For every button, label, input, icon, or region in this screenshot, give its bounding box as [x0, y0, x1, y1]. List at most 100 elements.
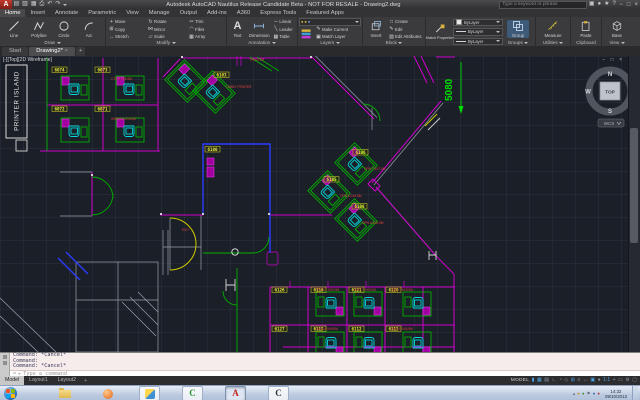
viewport-controls[interactable]: [-][Top][2D Wireframe]: [3, 57, 52, 63]
isodraft-icon[interactable]: ◇: [564, 376, 568, 385]
drawing-canvas[interactable]: PRINTER ISLAND 6074 6073 6072 6071 6103 …: [0, 56, 640, 352]
new-icon[interactable]: ▤: [14, 0, 20, 9]
open-icon[interactable]: ▨: [22, 0, 28, 9]
lineweight-dropdown[interactable]: ByLayer: [453, 28, 503, 36]
wcs-dropdown[interactable]: WCS: [598, 119, 624, 127]
tool-group[interactable]: Group: [507, 20, 529, 38]
close-button[interactable]: ×: [634, 2, 638, 8]
tab-layout1[interactable]: Layout1: [24, 376, 52, 385]
lineweight-icon[interactable]: ≡: [577, 376, 580, 385]
tool-fillet[interactable]: ◠Fillet: [188, 26, 224, 33]
customize-icon[interactable]: [3, 355, 7, 359]
grid-icon[interactable]: ▦: [537, 376, 542, 385]
new-drawing-button[interactable]: +: [76, 47, 85, 56]
tool-measure[interactable]: Measure: [540, 20, 566, 38]
tool-match-properties[interactable]: Match Properties: [428, 23, 452, 40]
model-paper-icon[interactable]: ▮: [532, 376, 535, 385]
viewcube-south[interactable]: S: [608, 109, 612, 115]
osnap-icon[interactable]: ⊞: [571, 376, 575, 385]
layer-filter-dropdown[interactable]: ● ● ●: [299, 18, 361, 26]
tool-arc[interactable]: Arc: [77, 20, 101, 38]
document-window-controls[interactable]: − □ ×: [602, 57, 624, 63]
polar-tracking-icon[interactable]: ◔: [559, 376, 562, 385]
tab-featured-apps[interactable]: Featured Apps: [301, 9, 349, 17]
tool-base[interactable]: Base: [606, 20, 628, 38]
tool-text[interactable]: A Text: [229, 20, 246, 38]
file-tab-start[interactable]: Start: [2, 47, 28, 56]
tool-trim[interactable]: ✂Trim: [188, 18, 224, 25]
favorites-icon[interactable]: ★: [604, 0, 609, 9]
tool-polyline[interactable]: Polyline: [27, 20, 51, 38]
color-dropdown[interactable]: ByLayer: [453, 19, 503, 27]
new-layout-button[interactable]: +: [84, 378, 87, 384]
tool-insert[interactable]: Insert: [365, 20, 387, 38]
tool-dimension[interactable]: Dimension: [247, 20, 271, 38]
taskbar-camtasia-button[interactable]: C: [182, 386, 203, 400]
tab-view[interactable]: View: [121, 9, 143, 17]
tool-paste[interactable]: Paste: [575, 20, 597, 38]
tool-copy[interactable]: ⊞Copy: [108, 26, 146, 33]
gear-icon[interactable]: ⚙: [625, 376, 629, 385]
scrollbar-thumb[interactable]: [630, 128, 638, 243]
tray-action-center-icon[interactable]: ●: [597, 391, 600, 396]
close-tab-icon[interactable]: ×: [65, 48, 68, 54]
dynamic-input-icon[interactable]: ▣: [590, 376, 595, 385]
tray-update-icon[interactable]: ●: [577, 391, 580, 396]
restore-button[interactable]: □: [627, 2, 631, 8]
tool-array[interactable]: ▦Array: [188, 33, 224, 40]
infocenter-search-input[interactable]: Type a keyword or phrase: [499, 1, 587, 9]
viewcube-west[interactable]: W: [585, 90, 591, 96]
clean-screen-icon[interactable]: ▢: [632, 376, 637, 385]
tool-table[interactable]: ▦Table: [272, 33, 295, 40]
tool-create-block[interactable]: □Create: [388, 18, 423, 25]
transparency-icon[interactable]: ↔: [583, 376, 588, 385]
tray-antivirus-icon[interactable]: ●: [582, 391, 585, 396]
tab-express-tools[interactable]: Express Tools: [255, 9, 301, 17]
taskbar-media-button[interactable]: [98, 387, 117, 400]
annotation-visibility-icon[interactable]: ●: [598, 376, 601, 385]
add-scales-icon[interactable]: +: [613, 376, 616, 385]
layer-properties-icon[interactable]: [300, 27, 313, 40]
tray-volume-icon[interactable]: ●: [593, 391, 596, 396]
tab-a360[interactable]: A360: [232, 9, 256, 17]
taskbar-autocad-button[interactable]: A: [225, 386, 246, 400]
undo-icon[interactable]: ↶: [47, 0, 52, 9]
tool-leader[interactable]: ╲Leader: [272, 26, 295, 33]
tool-make-current[interactable]: ✎Make Current: [315, 26, 360, 33]
tab-model[interactable]: Model: [0, 376, 24, 385]
tool-line[interactable]: Line: [2, 20, 26, 38]
scale-label[interactable]: 1:1: [603, 376, 610, 385]
tool-linear[interactable]: ─Linear: [272, 18, 295, 25]
redo-icon[interactable]: ↷: [55, 0, 60, 9]
show-desktop-button[interactable]: [632, 386, 638, 400]
plot-icon[interactable]: ⎙: [40, 0, 45, 9]
taskbar-explorer-button[interactable]: [55, 387, 74, 400]
tool-stretch[interactable]: ↔Stretch: [108, 33, 146, 40]
model-space-label[interactable]: MODEL: [511, 378, 530, 383]
ortho-icon[interactable]: ∟: [551, 376, 556, 385]
tool-move[interactable]: +Move: [108, 18, 146, 25]
tool-edit-attributes[interactable]: ▨Edit Attributes: [388, 33, 423, 40]
tab-addins[interactable]: Add-ins: [202, 9, 232, 17]
recent-commands-icon[interactable]: [3, 361, 7, 365]
tool-scale[interactable]: ▱Scale: [147, 33, 187, 40]
app-logo-button[interactable]: A: [0, 0, 12, 9]
tab-parametric[interactable]: Parametric: [83, 9, 121, 17]
taskbar-recorder-button[interactable]: C: [268, 386, 289, 400]
tool-rotate[interactable]: ↻Rotate: [147, 18, 187, 25]
start-button[interactable]: [4, 387, 17, 400]
tray-network-icon[interactable]: ⚑: [587, 391, 591, 397]
taskbar-clock[interactable]: 14:32 09/10/2013: [602, 389, 630, 399]
viewcube-north[interactable]: N: [608, 72, 612, 78]
vertical-scrollbar[interactable]: [628, 56, 640, 352]
tool-circle[interactable]: Circle: [52, 20, 76, 38]
minimize-button[interactable]: −: [619, 2, 623, 8]
tab-annotate[interactable]: Annotate: [50, 9, 83, 17]
tool-edit-block[interactable]: ✎Edit: [388, 26, 423, 33]
help-icon[interactable]: ?: [613, 0, 616, 9]
snap-icon[interactable]: ▤: [544, 376, 549, 385]
tab-home[interactable]: Home: [0, 9, 25, 17]
save-icon[interactable]: ▦: [31, 0, 37, 9]
file-tab-drawing2[interactable]: Drawing2* ×: [29, 47, 75, 56]
signin-icon[interactable]: ▣: [589, 0, 595, 9]
